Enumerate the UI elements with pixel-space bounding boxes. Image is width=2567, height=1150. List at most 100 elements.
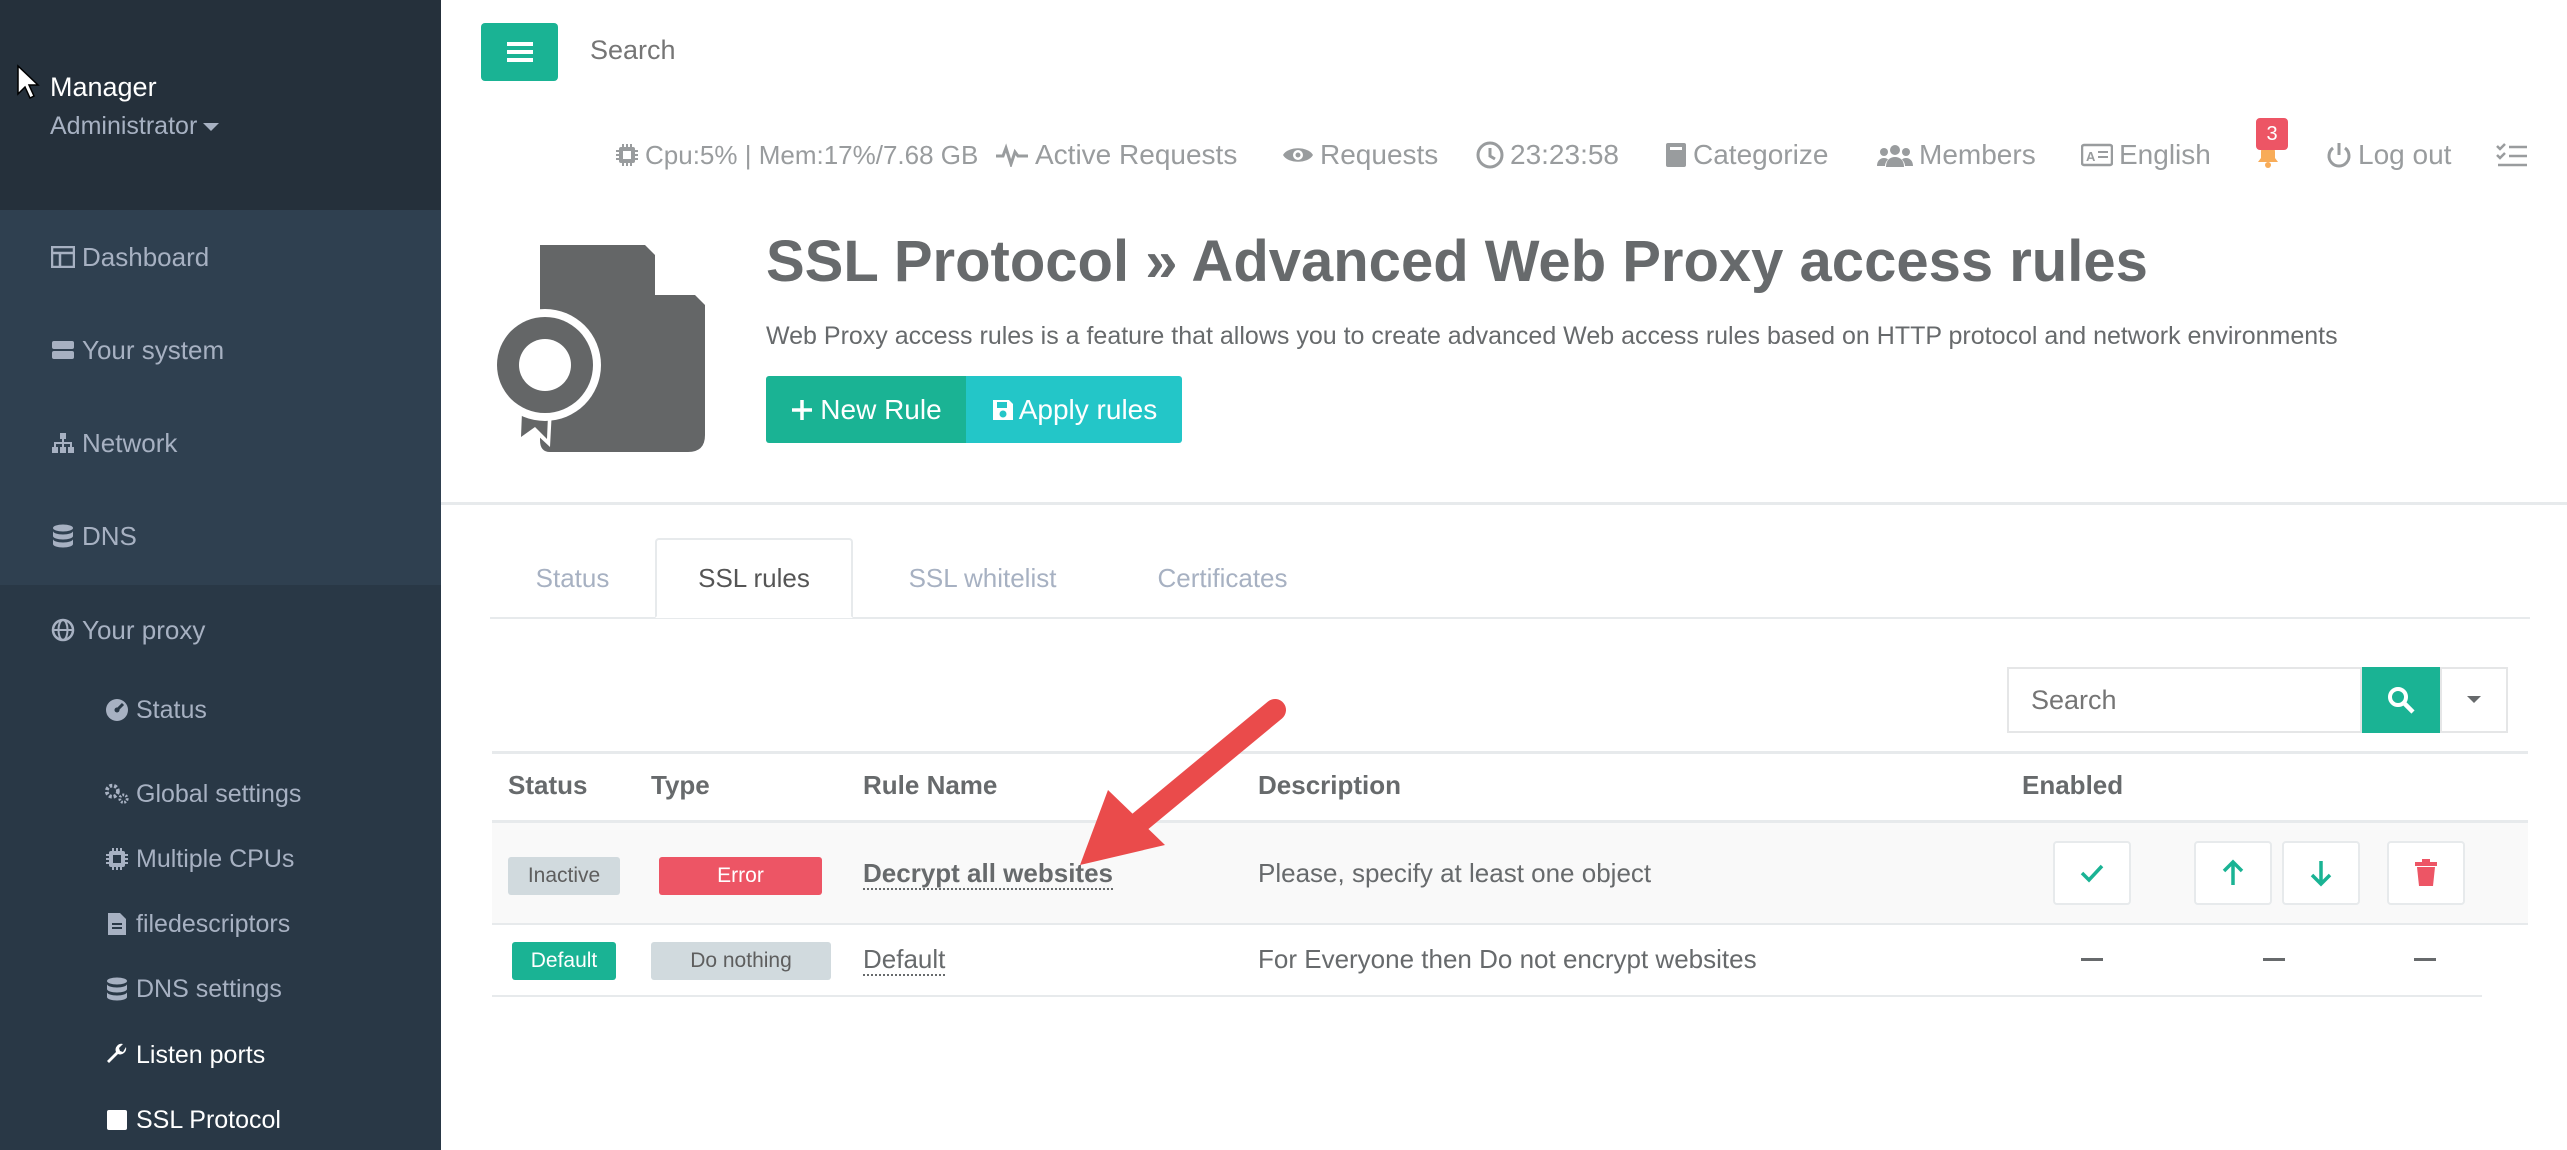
requests-link[interactable]: Requests xyxy=(1282,135,1438,175)
tab-certificates[interactable]: Certificates xyxy=(1120,538,1325,618)
row-divider xyxy=(492,923,2528,925)
sidebar-item-dashboard[interactable]: Dashboard xyxy=(0,212,441,302)
sidebar-subitem-dns-settings[interactable]: DNS settings xyxy=(104,964,282,1014)
clock-display: 23:23:58 xyxy=(1476,135,1619,175)
sidebar-subitem-multiple-cpus[interactable]: Multiple CPUs xyxy=(104,834,294,884)
file-icon xyxy=(104,911,130,937)
move-up-button[interactable] xyxy=(2194,841,2272,905)
sidebar-subitem-filedescriptors[interactable]: filedescriptors xyxy=(104,899,290,949)
members-label: Members xyxy=(1919,139,2036,170)
type-badge: Do nothing xyxy=(651,942,831,980)
tab-label: SSL whitelist xyxy=(908,562,1057,593)
profile-panel: Manager Administrator xyxy=(0,0,441,210)
cpu-mem-status[interactable]: Cpu:5% | Mem:17%/7.68 GB xyxy=(615,135,978,175)
column-header-type: Type xyxy=(651,770,710,800)
rule-name-link[interactable]: Default xyxy=(863,944,946,976)
delete-rule-button[interactable] xyxy=(2387,841,2465,905)
logout-label: Log out xyxy=(2358,139,2452,170)
notification-badge: 3 xyxy=(2256,118,2288,150)
database-icon xyxy=(104,976,130,1002)
sidebar-item-your-system[interactable]: Your system xyxy=(0,305,441,395)
logout-link[interactable]: Log out xyxy=(2326,135,2451,175)
sidebar-item-dns[interactable]: DNS xyxy=(0,491,441,581)
power-icon xyxy=(2326,141,2352,169)
status-badge: Inactive xyxy=(508,857,620,895)
eye-icon xyxy=(1282,143,1314,167)
sidebar-item-label: filedescriptors xyxy=(136,909,291,938)
wrench-icon xyxy=(104,1042,130,1068)
save-icon xyxy=(992,399,1013,420)
table-top-border xyxy=(492,751,2528,754)
database-icon xyxy=(50,523,76,549)
sidebar-subitem-global-settings[interactable]: Global settings xyxy=(104,769,301,819)
move-down-button[interactable] xyxy=(2282,841,2360,905)
tasks-button[interactable] xyxy=(2496,135,2534,175)
profile-role-dropdown[interactable]: Administrator xyxy=(50,112,220,141)
tab-label: SSL rules xyxy=(698,562,810,593)
sidebar-item-label: Network xyxy=(82,427,178,458)
page-title: SSL Protocol » Advanced Web Proxy access… xyxy=(766,229,2148,294)
type-badge: Error xyxy=(659,857,822,895)
menu-toggle-button[interactable] xyxy=(481,23,558,81)
sidebar-item-label: Your system xyxy=(82,334,225,365)
profile-role: Administrator xyxy=(50,112,198,140)
table-search-input[interactable] xyxy=(2007,667,2362,733)
sidebar-item-your-proxy[interactable]: Your proxy xyxy=(0,585,441,675)
dashboard-icon xyxy=(50,244,76,270)
table-search-button[interactable] xyxy=(2362,667,2440,733)
square-icon xyxy=(104,1107,130,1133)
tab-status[interactable]: Status xyxy=(500,538,645,618)
sidebar-item-network[interactable]: Network xyxy=(0,398,441,488)
active-requests-link[interactable]: Active Requests xyxy=(995,135,1237,175)
language-selector[interactable]: A English xyxy=(2081,135,2211,175)
enabled-placeholder-dash xyxy=(2081,958,2103,961)
trash-icon xyxy=(2415,859,2437,886)
sidebar-subitem-listen-ports[interactable]: Listen ports xyxy=(104,1030,265,1080)
top-search-input[interactable] xyxy=(590,35,990,66)
sidebar-subitem-ssl-protocol[interactable]: SSL Protocol xyxy=(104,1095,281,1145)
page-subtitle: Web Proxy access rules is a feature that… xyxy=(766,322,2338,350)
certificate-icon xyxy=(490,245,705,452)
search-icon xyxy=(2388,687,2415,714)
heartbeat-icon xyxy=(995,143,1029,167)
caret-down-icon xyxy=(203,123,220,132)
rule-description: For Everyone then Do not encrypt website… xyxy=(1258,944,1757,974)
sitemap-icon xyxy=(50,430,76,456)
enabled-toggle-button[interactable] xyxy=(2053,841,2131,905)
sidebar-item-label: DNS settings xyxy=(136,974,282,1003)
status-badge: Default xyxy=(512,942,616,980)
apply-rules-label: Apply rules xyxy=(1018,393,1158,425)
language-icon: A xyxy=(2081,143,2113,167)
new-rule-button[interactable]: New Rule xyxy=(766,376,966,443)
users-icon xyxy=(1877,142,1913,168)
members-link[interactable]: Members xyxy=(1877,135,2036,175)
rule-description: Please, specify at least one object xyxy=(1258,858,1652,888)
cpu-mem-label: Cpu:5% | Mem:17%/7.68 GB xyxy=(645,139,979,170)
tab-label: Certificates xyxy=(1157,562,1288,593)
annotation-arrow-icon xyxy=(1080,699,1286,865)
tab-ssl-whitelist[interactable]: SSL whitelist xyxy=(880,538,1085,618)
table-search-dropdown[interactable] xyxy=(2440,667,2508,733)
column-header-rule-name: Rule Name xyxy=(863,770,998,800)
clock-icon xyxy=(1476,141,1504,169)
categorize-label: Categorize xyxy=(1693,139,1829,170)
hamburger-icon xyxy=(506,42,533,62)
apply-rules-button[interactable]: Apply rules xyxy=(966,376,1182,443)
gauge-icon xyxy=(104,697,130,723)
order-placeholder-dash xyxy=(2263,958,2285,961)
column-header-status: Status xyxy=(508,770,588,800)
delete-placeholder-dash xyxy=(2414,958,2436,961)
categorize-link[interactable]: Categorize xyxy=(1665,135,1828,175)
sidebar-item-label: Your proxy xyxy=(82,614,206,645)
sidebar-item-label: Global settings xyxy=(136,779,302,808)
sidebar-subitem-status[interactable]: Status xyxy=(104,685,207,735)
column-header-enabled: Enabled xyxy=(2022,770,2124,800)
caret-down-icon xyxy=(2467,696,2481,703)
tab-label: Status xyxy=(535,562,610,593)
tab-ssl-rules[interactable]: SSL rules xyxy=(655,538,853,618)
active-requests-label: Active Requests xyxy=(1035,139,1238,170)
requests-label: Requests xyxy=(1320,139,1439,170)
cpu-icon xyxy=(104,846,130,872)
rule-name-text: Default xyxy=(863,944,946,976)
plus-icon xyxy=(792,399,813,420)
